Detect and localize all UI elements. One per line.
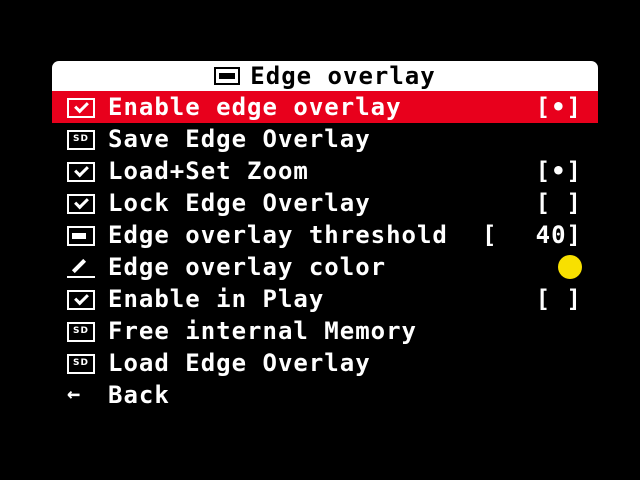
menu-item-label: Edge overlay threshold — [108, 221, 448, 249]
menu-item-enable-edge-overlay[interactable]: Enable edge overlay [•] — [52, 91, 598, 123]
color-value[interactable] — [558, 251, 582, 283]
threshold-number: 40] — [535, 221, 582, 249]
checkbox-icon — [67, 289, 95, 310]
menu-item-back[interactable]: ← Back — [52, 379, 598, 411]
edge-overlay-menu: Edge overlay Enable edge overlay [•] Sav… — [52, 61, 598, 411]
menu-item-label: Enable edge overlay — [108, 93, 402, 121]
menu-item-label: Load+Set Zoom — [108, 157, 309, 185]
menu-item-save-edge-overlay[interactable]: Save Edge Overlay — [52, 123, 598, 155]
checkbox-icon — [67, 97, 95, 118]
checkbox-icon — [67, 161, 95, 182]
sd-card-icon — [67, 321, 95, 342]
menu-item-load-set-zoom[interactable]: Load+Set Zoom [•] — [52, 155, 598, 187]
menu-title-bar: Edge overlay — [52, 61, 598, 91]
menu-item-edge-overlay-threshold[interactable]: Edge overlay threshold [ 40] — [52, 219, 598, 251]
menu-item-load-edge-overlay[interactable]: Load Edge Overlay — [52, 347, 598, 379]
color-swatch — [558, 255, 582, 279]
threshold-bracket: [ — [482, 221, 498, 249]
osd-icon — [214, 67, 241, 85]
menu-item-enable-in-play[interactable]: Enable in Play [ ] — [52, 283, 598, 315]
slider-icon — [67, 225, 95, 246]
toggle-value[interactable]: [ ] — [536, 187, 582, 219]
menu-item-label: Lock Edge Overlay — [108, 189, 371, 217]
toggle-value[interactable]: [ ] — [536, 283, 582, 315]
sd-card-icon — [67, 129, 95, 150]
menu-item-label: Enable in Play — [108, 285, 325, 313]
back-arrow-icon: ← — [67, 382, 82, 407]
pen-icon — [67, 258, 95, 278]
sd-card-icon — [67, 353, 95, 374]
threshold-value[interactable]: [ 40] — [482, 221, 582, 249]
toggle-value[interactable]: [•] — [536, 91, 582, 123]
menu-item-label: Save Edge Overlay — [108, 125, 371, 153]
menu-item-label: Back — [108, 381, 170, 409]
menu-item-edge-overlay-color[interactable]: Edge overlay color — [52, 251, 598, 283]
toggle-value[interactable]: [•] — [536, 155, 582, 187]
checkbox-icon — [67, 193, 95, 214]
menu-title: Edge overlay — [250, 62, 436, 90]
menu-item-label: Free internal Memory — [108, 317, 417, 345]
menu-item-label: Load Edge Overlay — [108, 349, 371, 377]
menu-item-lock-edge-overlay[interactable]: Lock Edge Overlay [ ] — [52, 187, 598, 219]
menu-item-label: Edge overlay color — [108, 253, 387, 281]
menu-item-free-internal-memory[interactable]: Free internal Memory — [52, 315, 598, 347]
